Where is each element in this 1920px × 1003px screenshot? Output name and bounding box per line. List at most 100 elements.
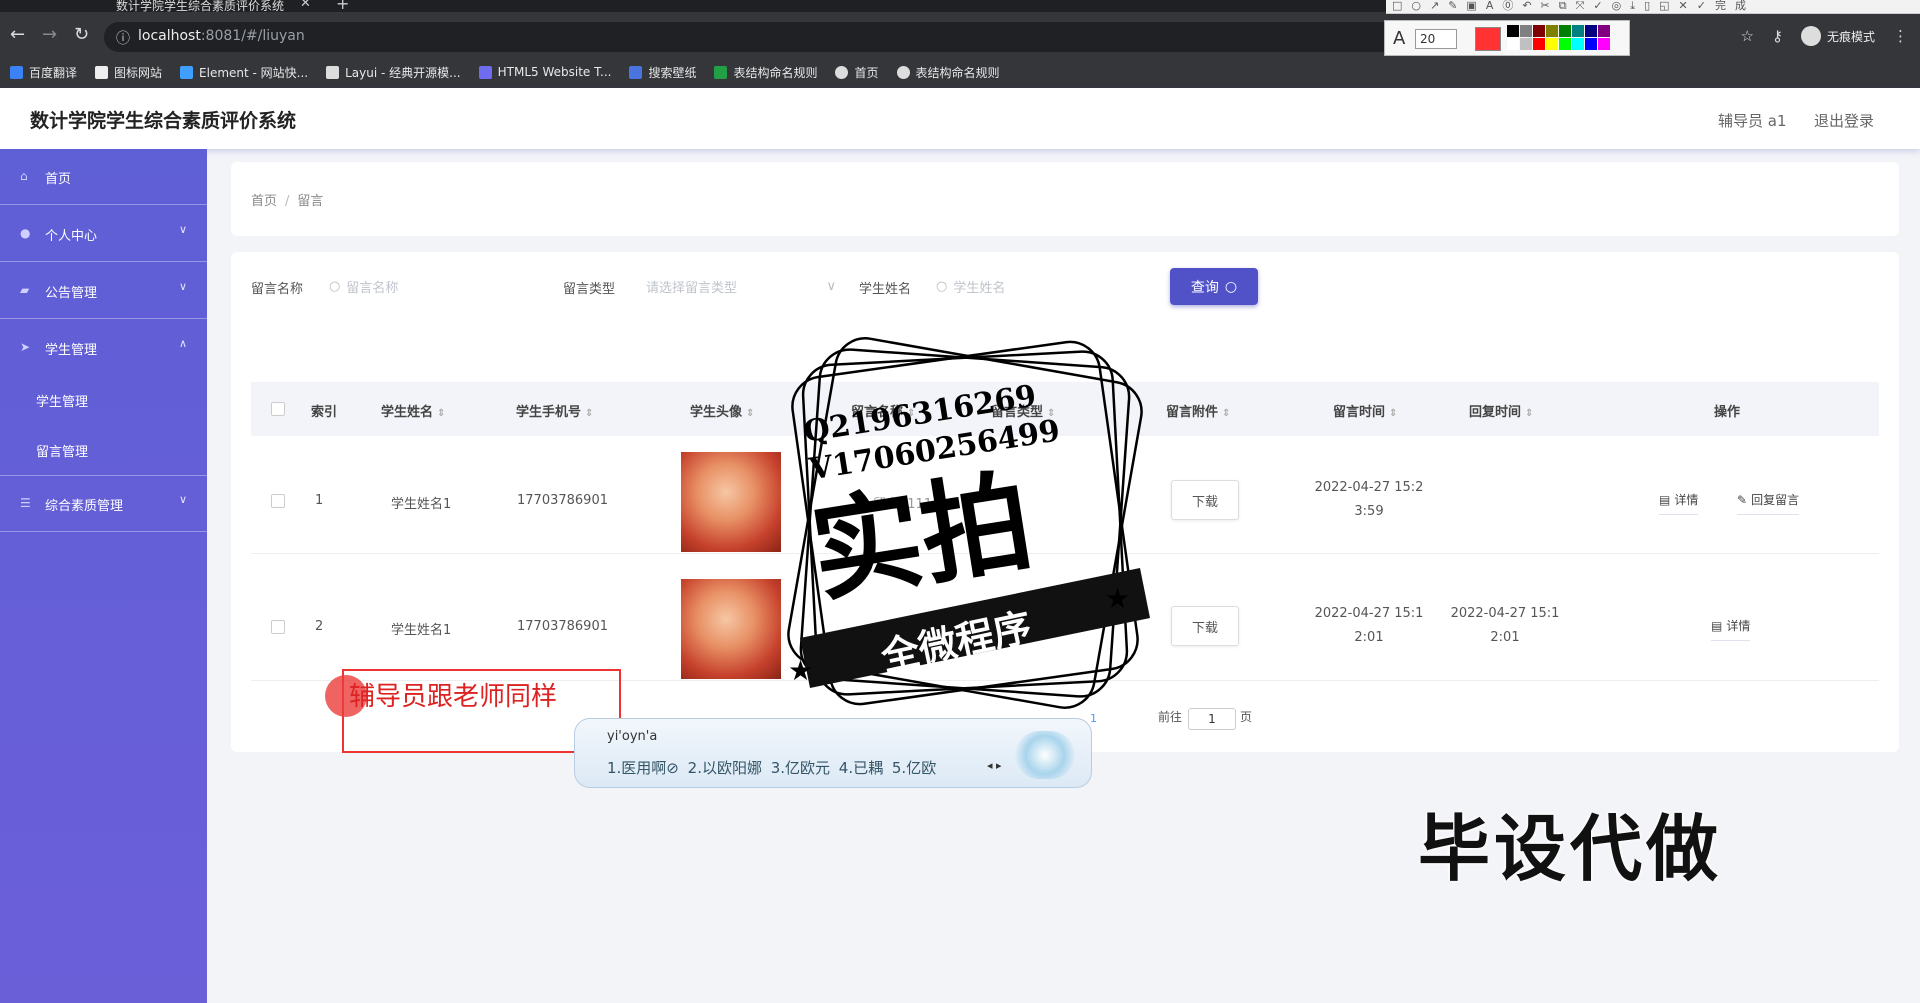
color-swatch[interactable] [1572, 38, 1584, 50]
select-all-checkbox[interactable] [271, 402, 285, 416]
bookmark-item[interactable]: 百度翻译 [10, 64, 77, 81]
detail-label: 详情 [1674, 493, 1699, 507]
search-icon: ○ [936, 278, 948, 294]
detail-button[interactable]: ▤ 详情 [1659, 491, 1699, 515]
bookmark-item[interactable]: Layui - 经典开源模... [326, 64, 461, 81]
filter-label-name: 留言名称 [251, 282, 304, 297]
sidebar-item-student[interactable]: ➤ 学生管理 ∧ [0, 320, 207, 376]
notice-icon: ▰ [20, 283, 30, 297]
site-info-icon[interactable]: ⓘ [116, 28, 130, 48]
sidebar-item-profile[interactable]: ● 个人中心 ∨ [0, 206, 207, 262]
sidebar-item-label: 学生管理 [45, 343, 98, 358]
color-swatch[interactable] [1533, 38, 1545, 50]
reload-icon[interactable]: ↻ [74, 24, 89, 45]
row-checkbox[interactable] [271, 494, 285, 508]
color-swatch[interactable] [1520, 38, 1532, 50]
element-icon [180, 65, 194, 79]
forward-icon[interactable]: → [42, 24, 57, 45]
search-button-label: 查询 [1190, 279, 1219, 296]
color-swatch[interactable] [1572, 25, 1584, 37]
ime-page-arrows-icon[interactable]: ◂ ▸ [987, 759, 1002, 772]
time-line: 2:01 [1354, 630, 1384, 645]
logout-link[interactable]: 退出登录 [1814, 110, 1874, 131]
bookmark-label: HTML5 Website T... [497, 65, 612, 79]
color-swatch[interactable] [1520, 25, 1532, 37]
cell-student-name: 学生姓名1 [391, 623, 452, 638]
star-icon: ★ [788, 654, 813, 687]
url-path: :8081/#/liuyan [200, 28, 305, 44]
bookmark-item[interactable]: 首页 [835, 64, 879, 81]
watermark-stamp: Q2196316269 V17060256499 实拍 全微程序 ★ ★ [787, 337, 1150, 709]
color-swatch[interactable] [1559, 38, 1571, 50]
back-icon[interactable]: ← [10, 24, 25, 45]
col-phone[interactable]: 学生手机号 ⇕ [516, 401, 593, 420]
font-size-select[interactable]: 20 [1415, 29, 1457, 49]
chevron-down-icon: ∨ [178, 493, 187, 506]
close-tab-icon[interactable]: ✕ [300, 0, 311, 11]
color-swatch[interactable] [1585, 38, 1597, 50]
breadcrumb-current: 留言 [297, 194, 324, 209]
incognito-label: 无痕模式 [1826, 29, 1875, 44]
wallpaper-icon [629, 65, 643, 79]
star-icon: ★ [1105, 582, 1130, 615]
bookmark-item[interactable]: HTML5 Website T... [478, 65, 612, 79]
placeholder: 留言名称 [346, 280, 399, 296]
bookmark-label: Element - 网站快... [199, 65, 309, 80]
bookmark-label: 首页 [854, 65, 879, 80]
bookmark-label: 表结构命名规则 [915, 65, 1000, 80]
sidebar-subitem-student[interactable]: 学生管理 [36, 391, 88, 410]
browser-menu-icon[interactable]: ⋮ [1893, 27, 1908, 45]
color-swatch[interactable] [1546, 25, 1558, 37]
message-name-input[interactable]: ○ 留言名称 [329, 268, 529, 304]
bookmark-item[interactable]: 搜索壁纸 [629, 64, 696, 81]
annotation-text-panel: A 20 [1384, 20, 1630, 56]
document-icon: ▤ [1659, 492, 1671, 507]
sidebar-subitem-messages[interactable]: 留言管理 [36, 441, 88, 460]
color-swatch[interactable] [1598, 38, 1610, 50]
current-color-swatch[interactable] [1475, 27, 1501, 51]
col-student-name[interactable]: 学生姓名 ⇕ [381, 401, 445, 420]
color-swatch[interactable] [1585, 25, 1597, 37]
reply-button[interactable]: ✎ 回复留言 [1737, 491, 1800, 515]
breadcrumb-home[interactable]: 首页 [251, 194, 277, 209]
color-swatch[interactable] [1546, 38, 1558, 50]
sort-icon: ⇕ [437, 408, 446, 419]
bookmark-label: Layui - 经典开源模... [345, 65, 461, 80]
breadcrumb: 首页 / 留言 [251, 190, 323, 209]
sidebar-item-home[interactable]: ⌂ 首页 [0, 149, 207, 205]
bookmark-star-icon[interactable]: ☆ [1741, 27, 1754, 45]
list-icon: ☰ [20, 496, 31, 510]
sidebar-item-quality[interactable]: ☰ 综合素质管理 ∨ [0, 476, 207, 532]
pager-unit-label: 页 [1240, 710, 1253, 724]
bookmarks-bar: 百度翻译 图标网站 Element - 网站快... Layui - 经典开源模… [0, 56, 1920, 88]
sidebar-item-notice[interactable]: ▰ 公告管理 ∨ [0, 263, 207, 319]
sort-icon: ⇕ [585, 408, 594, 419]
sidebar: ⌂ 首页 ● 个人中心 ∨ ▰ 公告管理 ∨ ➤ 学生管理 ∧ 学生管理 留言管… [0, 149, 207, 1003]
color-swatch[interactable] [1507, 25, 1519, 37]
color-swatch[interactable] [1598, 25, 1610, 37]
bookmark-item[interactable]: 图标网站 [95, 64, 162, 81]
col-reply-time[interactable]: 回复时间 ⇕ [1469, 401, 1533, 420]
sidebar-item-label: 综合素质管理 [45, 499, 124, 514]
detail-button[interactable]: ▤ 详情 [1711, 617, 1751, 641]
color-swatch[interactable] [1507, 38, 1519, 50]
chevron-down-icon: ∨ [178, 223, 187, 236]
bookmark-item[interactable]: 表结构命名规则 [896, 64, 1000, 81]
row-checkbox[interactable] [271, 620, 285, 634]
annotation-text: 辅导员跟老师同样 [349, 682, 558, 712]
reply-label: 回复留言 [1751, 493, 1800, 507]
color-swatch[interactable] [1559, 25, 1571, 37]
ime-candidates[interactable]: 1.医用啊⊘ 2.以欧阳娜 3.亿欧元 4.已耦 5.亿欧 [607, 757, 936, 778]
key-icon[interactable]: ⚷ [1772, 27, 1783, 45]
col-message-time[interactable]: 留言时间 ⇕ [1333, 401, 1397, 420]
pager-jump-input[interactable]: 1 [1188, 708, 1236, 730]
incognito-indicator[interactable]: 无痕模式 [1800, 26, 1875, 46]
url-text[interactable]: localhost:8081/#/liuyan [138, 28, 305, 44]
send-icon: ➤ [20, 340, 31, 354]
color-swatch[interactable] [1533, 25, 1545, 37]
bookmark-item[interactable]: Element - 网站快... [180, 64, 308, 81]
bookmark-item[interactable]: 表结构命名规则 [714, 64, 817, 81]
app-header: 数计学院学生综合素质评价系统 辅导员 a1 退出登录 [0, 88, 1920, 149]
cell-phone: 17703786901 [517, 493, 608, 508]
annotation-tool-strip[interactable]: □○↗✎▣A⓪↶✂⧉⤧✓◎⤓▯◱✕✓完成 [1386, 0, 1920, 14]
